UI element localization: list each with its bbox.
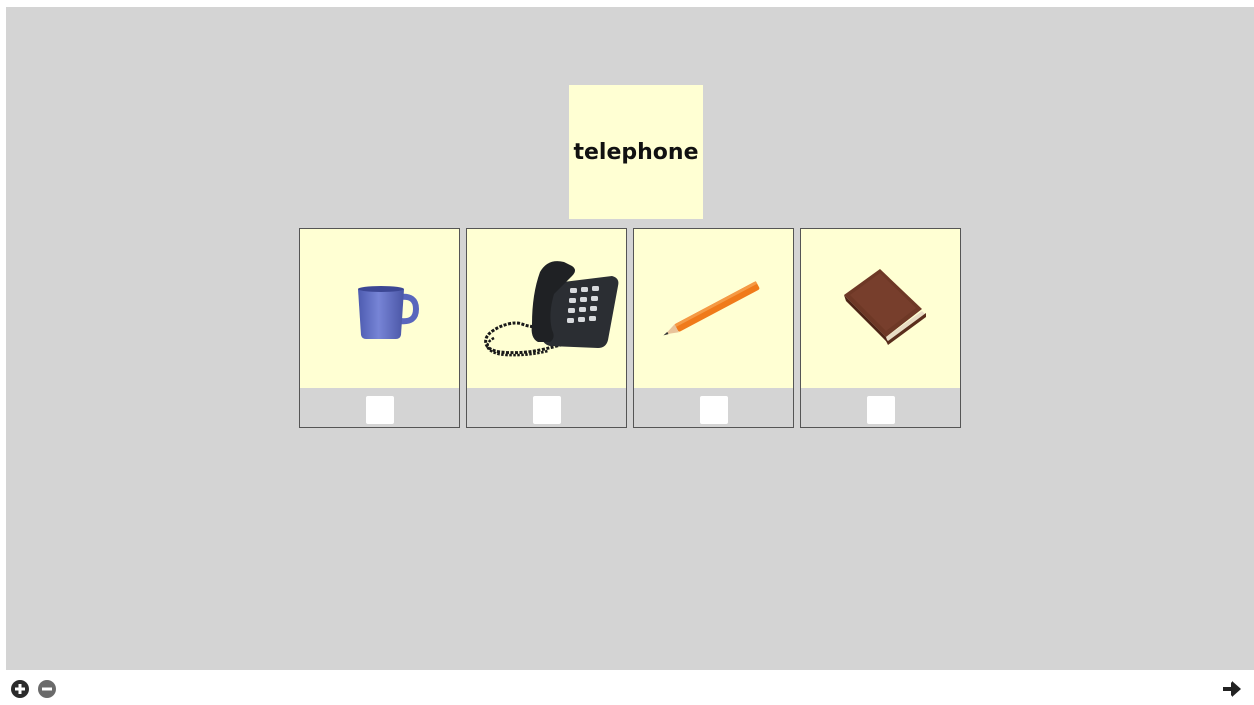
- next-button[interactable]: [1222, 680, 1242, 698]
- choice-card-pencil[interactable]: [633, 228, 794, 428]
- zoom-in-button[interactable]: [11, 680, 29, 698]
- book-icon: [843, 268, 926, 345]
- minus-circle-icon: [38, 680, 56, 698]
- choice-image-telephone: [467, 229, 626, 388]
- choice-checkbox-telephone[interactable]: [533, 396, 561, 424]
- choice-card-book[interactable]: [800, 228, 961, 428]
- choice-image-book: [801, 229, 960, 388]
- telephone-icon: [483, 260, 618, 356]
- choice-image-pencil: [634, 229, 793, 388]
- pencil-icon: [662, 280, 759, 335]
- choice-row: [299, 228, 961, 428]
- choice-checkbox-book[interactable]: [867, 396, 895, 424]
- choice-card-telephone[interactable]: [466, 228, 627, 428]
- choice-checkbox-cup[interactable]: [366, 396, 394, 424]
- zoom-out-button[interactable]: [38, 680, 56, 698]
- arrow-right-icon: [1223, 681, 1241, 697]
- choice-card-cup[interactable]: [299, 228, 460, 428]
- word-prompt-card: telephone: [569, 85, 703, 219]
- bottom-toolbar: [0, 670, 1254, 705]
- plus-circle-icon: [11, 680, 29, 698]
- choice-checkbox-pencil[interactable]: [700, 396, 728, 424]
- word-prompt-text: telephone: [573, 139, 699, 165]
- cup-icon: [357, 285, 419, 339]
- choice-image-cup: [300, 229, 459, 388]
